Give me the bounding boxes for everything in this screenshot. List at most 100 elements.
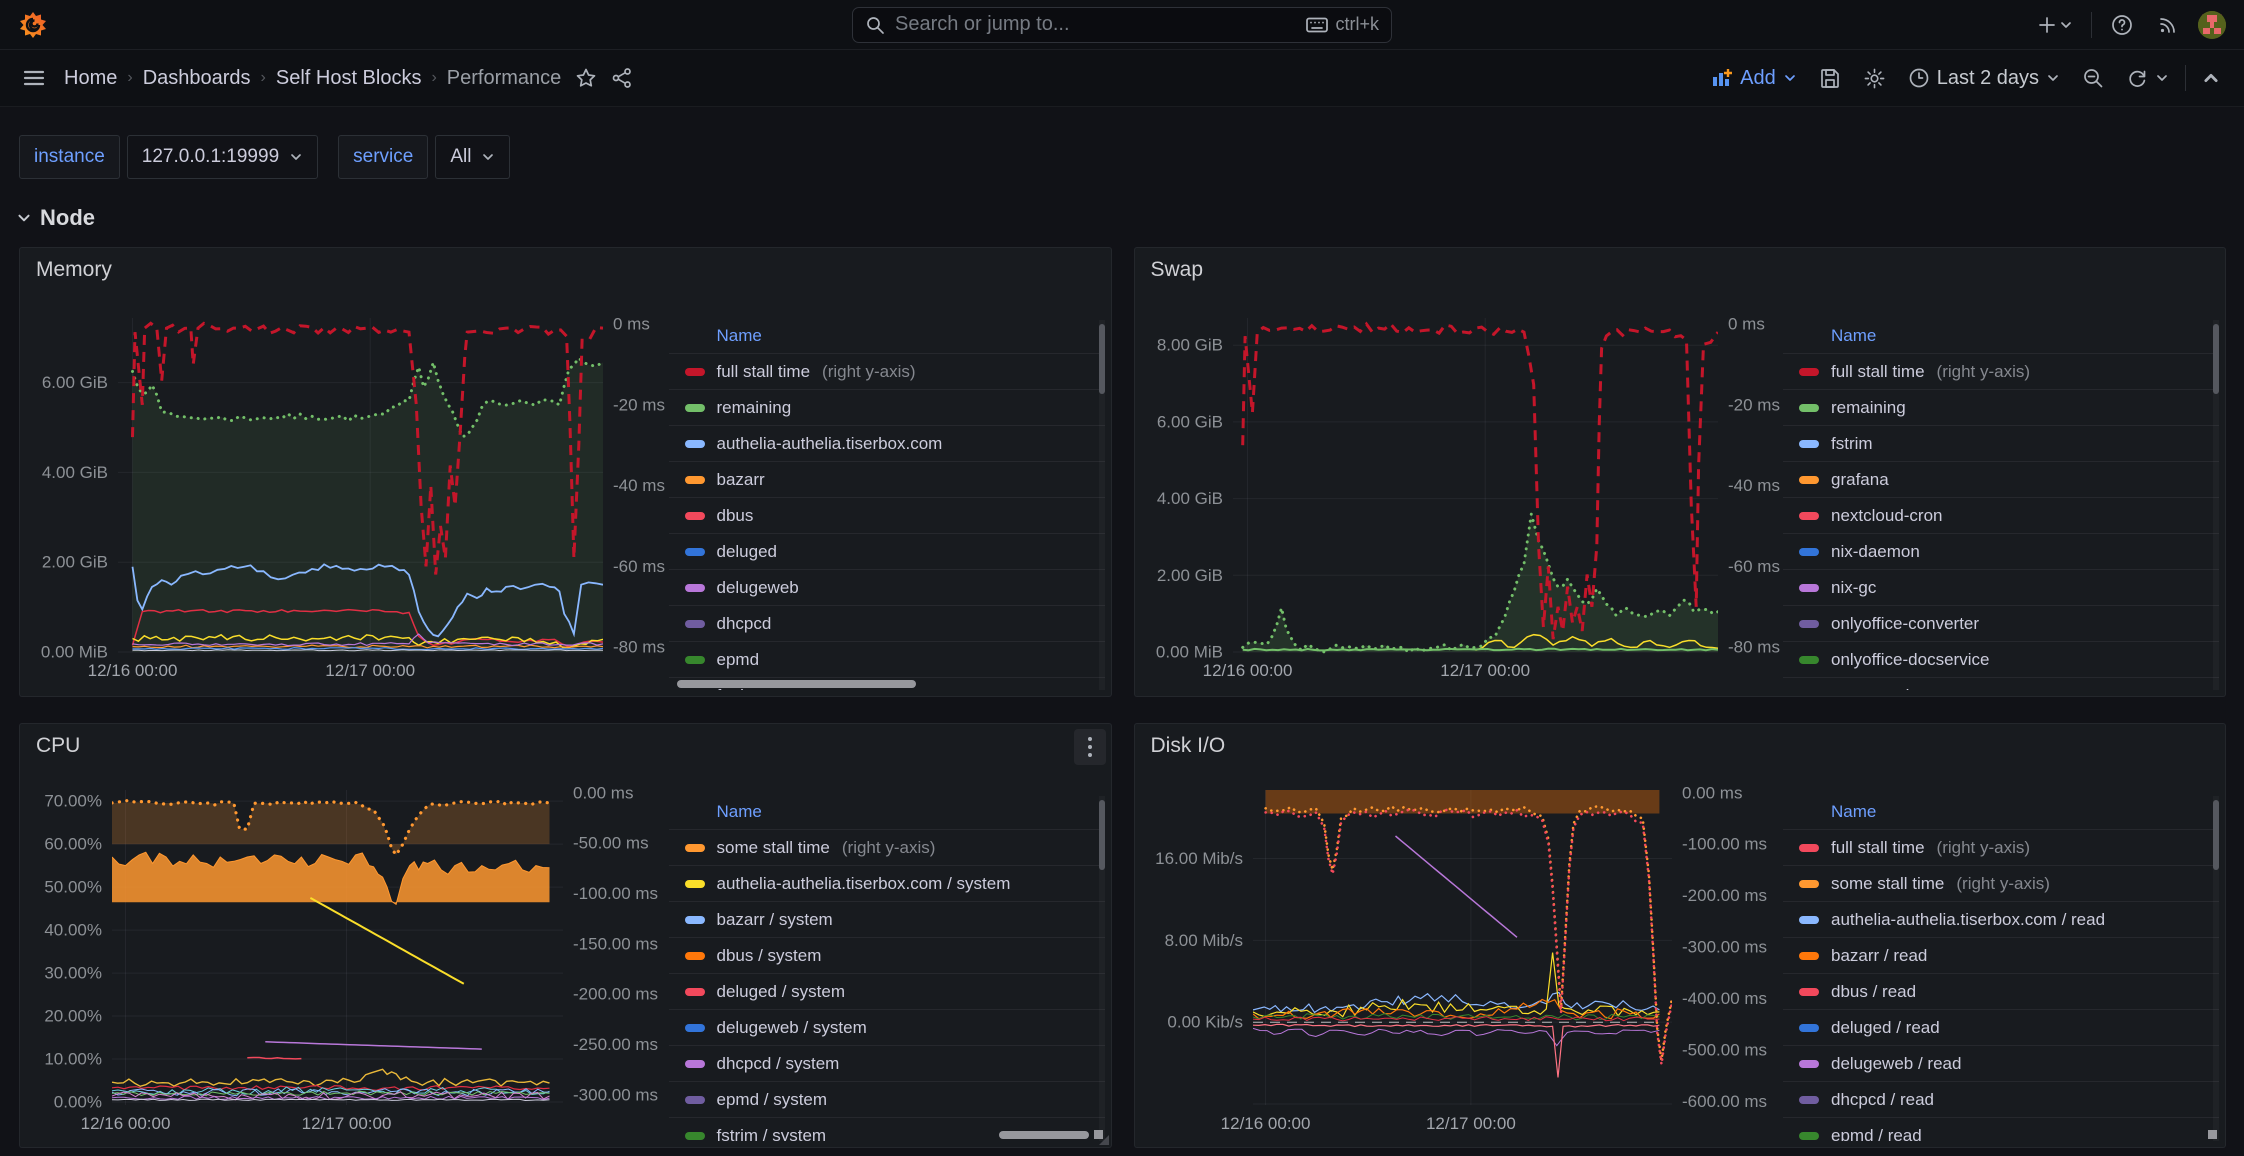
- series-color-pill: [1799, 916, 1819, 924]
- series-color-pill: [1799, 880, 1819, 888]
- svg-text:12/16 00:00: 12/16 00:00: [88, 661, 178, 680]
- legend-item[interactable]: postgresql: [1783, 677, 2219, 690]
- panel-title[interactable]: Swap: [1151, 258, 1204, 282]
- legend-item[interactable]: nextcloud-cron: [1783, 497, 2219, 533]
- legend-item[interactable]: onlyoffice-docservice: [1783, 641, 2219, 677]
- breadcrumb-folder[interactable]: Self Host Blocks: [276, 67, 422, 90]
- zoom-out-time-button[interactable]: [2076, 61, 2110, 95]
- legend-item[interactable]: epmd: [669, 641, 1105, 677]
- legend-scrollbar-thumb[interactable]: [1099, 800, 1105, 870]
- save-dashboard-button[interactable]: [1813, 61, 1847, 95]
- legend-item[interactable]: delugeweb / system: [669, 1009, 1105, 1045]
- refresh-button[interactable]: [2120, 61, 2175, 95]
- svg-text:0 ms: 0 ms: [613, 315, 650, 334]
- mega-menu-toggle[interactable]: [18, 62, 50, 94]
- legend-item[interactable]: grafana: [1783, 461, 2219, 497]
- series-name: full stall time: [717, 362, 811, 382]
- legend-hscrollbar-thumb[interactable]: [999, 1131, 1089, 1139]
- legend-item[interactable]: remaining: [1783, 389, 2219, 425]
- filter-label-service[interactable]: service: [338, 135, 428, 179]
- legend-item[interactable]: dbus / read: [1783, 973, 2219, 1009]
- series-axis-note: (right y-axis): [822, 362, 916, 382]
- legend-scrollbar-thumb[interactable]: [2213, 324, 2219, 394]
- legend-scrollbar-thumb[interactable]: [2213, 800, 2219, 870]
- panel-header: Swap: [1135, 248, 2226, 292]
- filter-label-instance[interactable]: instance: [19, 135, 120, 179]
- series-color-pill: [685, 844, 705, 852]
- cpu-chart[interactable]: 70.00%60.00%50.00%40.00%30.00%20.00%10.0…: [26, 768, 669, 1141]
- legend-column-name[interactable]: Name: [669, 796, 1105, 829]
- legend-item[interactable]: dhcpcd: [669, 605, 1105, 641]
- legend-item[interactable]: deluged / system: [669, 973, 1105, 1009]
- series-name: authelia-authelia.tiserbox.com / system: [717, 874, 1011, 894]
- legend-item[interactable]: some stall time(right y-axis): [1783, 865, 2219, 901]
- grafana-logo-icon[interactable]: [18, 10, 48, 40]
- new-button[interactable]: [2033, 11, 2077, 39]
- legend-scrollbar-thumb[interactable]: [1099, 324, 1105, 394]
- legend-hscrollbar-thumb[interactable]: [677, 680, 917, 688]
- search-input[interactable]: Search or jump to... ctrl+k: [852, 7, 1392, 43]
- legend-item[interactable]: dhcpcd / system: [669, 1045, 1105, 1081]
- legend-item[interactable]: bazarr / read: [1783, 937, 2219, 973]
- breadcrumb-dashboards[interactable]: Dashboards: [143, 67, 251, 90]
- legend-item[interactable]: dhcpcd / read: [1783, 1081, 2219, 1117]
- legend-item[interactable]: deluged / read: [1783, 1009, 2219, 1045]
- user-avatar[interactable]: [2198, 11, 2226, 39]
- series-color-pill: [1799, 988, 1819, 996]
- legend-item[interactable]: epmd / read: [1783, 1117, 2219, 1141]
- collapse-toolbar-button[interactable]: [2196, 63, 2226, 93]
- legend-item[interactable]: full stall time (right y-axis): [669, 353, 1105, 389]
- disk-io-chart[interactable]: 16.00 Mib/s8.00 Mib/s0.00 Kib/s0.00 ms-1…: [1141, 768, 1784, 1141]
- series-name: some stall time: [717, 838, 830, 858]
- legend-item[interactable]: epmd / system: [669, 1081, 1105, 1117]
- filter-value-service[interactable]: All: [435, 135, 510, 179]
- legend-item[interactable]: onlyoffice-converter: [1783, 605, 2219, 641]
- legend-item[interactable]: dbus / system: [669, 937, 1105, 973]
- legend-item[interactable]: deluged: [669, 533, 1105, 569]
- legend-item[interactable]: bazarr: [669, 461, 1105, 497]
- legend-item[interactable]: delugeweb: [669, 569, 1105, 605]
- legend-item[interactable]: authelia-authelia.tiserbox.com / read: [1783, 901, 2219, 937]
- breadcrumb-home[interactable]: Home: [64, 67, 117, 90]
- search-icon: [865, 15, 885, 35]
- time-range-picker[interactable]: Last 2 days: [1902, 61, 2066, 96]
- legend-item[interactable]: authelia-authelia.tiserbox.com / system: [669, 865, 1105, 901]
- row-toggle-node[interactable]: Node: [16, 205, 95, 231]
- panel-title[interactable]: CPU: [36, 734, 80, 758]
- legend-item[interactable]: full stall time(right y-axis): [1783, 829, 2219, 865]
- svg-text:-80 ms: -80 ms: [1728, 638, 1780, 657]
- share-button[interactable]: [607, 63, 637, 93]
- memory-chart[interactable]: 6.00 GiB4.00 GiB2.00 GiB0.00 MiB0 ms-20 …: [26, 292, 669, 690]
- legend-item[interactable]: delugeweb / read: [1783, 1045, 2219, 1081]
- panel-disk-io: Disk I/O 16.00 Mib/s8.00 Mib/s0.00 Kib/s…: [1134, 723, 2227, 1148]
- legend-item[interactable]: authelia-authelia.tiserbox.com: [669, 425, 1105, 461]
- filter-value-instance[interactable]: 127.0.0.1:19999: [127, 135, 318, 179]
- legend-item[interactable]: nix-daemon: [1783, 533, 2219, 569]
- legend-item[interactable]: full stall time(right y-axis): [1783, 353, 2219, 389]
- top-nav-bar: Search or jump to... ctrl+k: [0, 0, 2244, 50]
- add-panel-button[interactable]: Add: [1705, 61, 1803, 96]
- legend-column-name[interactable]: Name: [669, 320, 1105, 353]
- legend-column-name[interactable]: Name: [1783, 320, 2219, 353]
- panel-resize-handle[interactable]: [1099, 1135, 1109, 1145]
- legend-item[interactable]: fstrim: [1783, 425, 2219, 461]
- dashboard-settings-button[interactable]: [1857, 61, 1892, 96]
- legend-item[interactable]: remaining: [669, 389, 1105, 425]
- series-axis-note: (right y-axis): [1937, 838, 2031, 858]
- favorite-button[interactable]: [571, 63, 601, 93]
- legend-item[interactable]: some stall time(right y-axis): [669, 829, 1105, 865]
- help-button[interactable]: [2106, 9, 2138, 41]
- news-button[interactable]: [2152, 9, 2184, 41]
- cpu-legend: Namesome stall time(right y-axis) autheli…: [669, 796, 1105, 1141]
- gear-icon: [1863, 67, 1886, 90]
- panel-title[interactable]: Disk I/O: [1151, 734, 1226, 758]
- legend-item[interactable]: dbus: [669, 497, 1105, 533]
- swap-chart[interactable]: 8.00 GiB6.00 GiB4.00 GiB2.00 GiB0.00 MiB…: [1141, 292, 1784, 690]
- legend-item[interactable]: nix-gc: [1783, 569, 2219, 605]
- chevron-down-icon: [1783, 71, 1797, 85]
- legend-column-name[interactable]: Name: [1783, 796, 2219, 829]
- svg-text:60.00%: 60.00%: [44, 835, 102, 854]
- panel-title[interactable]: Memory: [36, 258, 112, 282]
- legend-item[interactable]: bazarr / system: [669, 901, 1105, 937]
- panel-menu-button[interactable]: [1074, 729, 1106, 765]
